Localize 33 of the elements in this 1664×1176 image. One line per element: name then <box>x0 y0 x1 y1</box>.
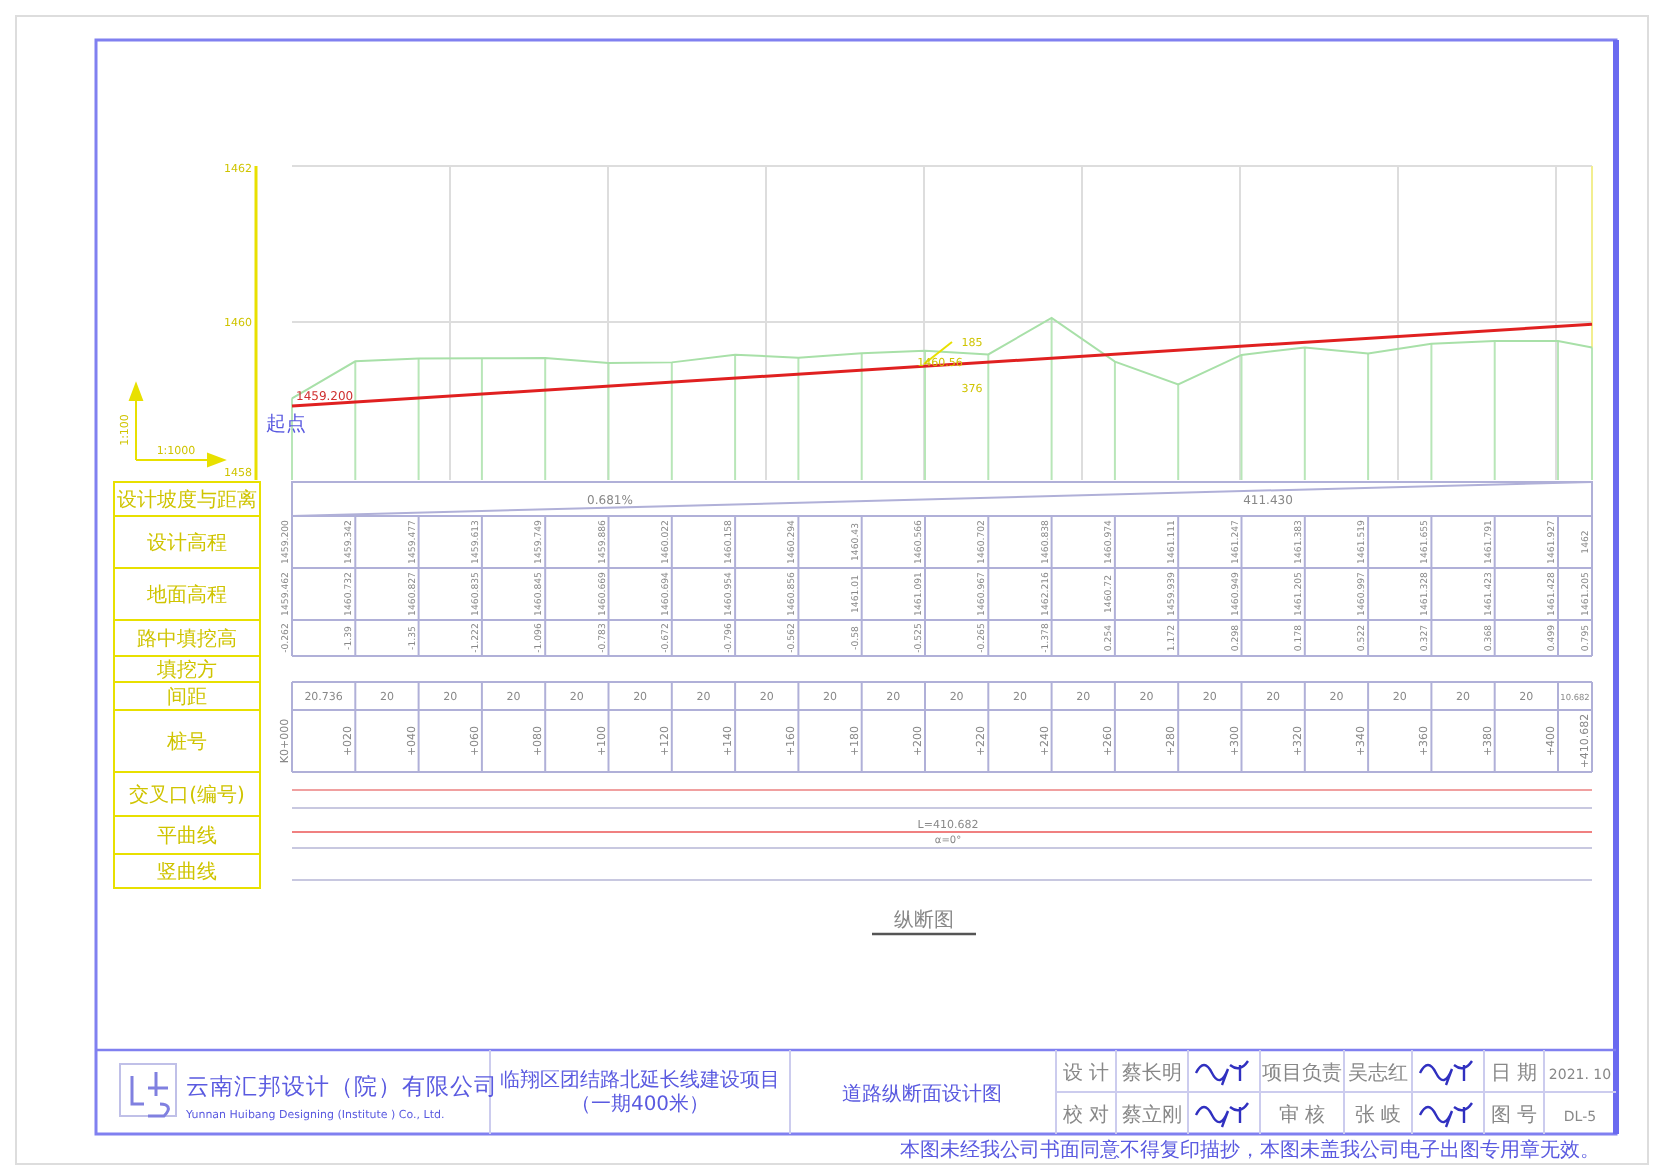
person-name: 蔡长明 <box>1122 1063 1182 1085</box>
company-name: 云南汇邦设计（院）有限公司 <box>186 1072 498 1100</box>
copyright-note: 本图未经我公司书面同意不得复印描抄，本图未盖我公司电子出图专用章无效。 <box>900 1140 1600 1162</box>
signature-drawing <box>1418 1101 1474 1129</box>
row-label: 填挖方 <box>157 660 217 682</box>
row-label: 平曲线 <box>157 826 217 848</box>
signature-drawing <box>1194 1059 1250 1087</box>
row-label: 交叉口(编号) <box>129 785 245 807</box>
drawing-title: 道路纵断面设计图 <box>842 1084 1002 1106</box>
signature-drawing <box>1194 1101 1250 1129</box>
person-name: 蔡立刚 <box>1122 1105 1182 1127</box>
field-label: 项目负责 <box>1262 1063 1342 1085</box>
row-label: 地面高程 <box>147 585 227 607</box>
person-name: 吴志红 <box>1348 1063 1408 1085</box>
row-label: 间距 <box>167 687 207 709</box>
row-label: 设计坡度与距离 <box>117 490 257 512</box>
row-label: 设计高程 <box>147 533 227 555</box>
row-label: 桩号 <box>167 732 207 754</box>
scale-arrows-icon <box>128 381 227 468</box>
row-label: 路中填挖高 <box>137 629 237 651</box>
person-name: 张 岐 <box>1354 1105 1402 1127</box>
drawing-caption: 纵断图 <box>894 910 954 932</box>
field-label: 日 期 <box>1490 1063 1538 1085</box>
field-label: 图 号 <box>1490 1105 1538 1127</box>
project-name: （一期400米） <box>570 1094 710 1116</box>
field-label: 设 计 <box>1062 1063 1110 1085</box>
row-label: 竖曲线 <box>157 862 217 884</box>
project-name: 临翔区团结路北延长线建设项目 <box>500 1070 780 1092</box>
field-label: 校 对 <box>1062 1105 1110 1127</box>
signature-drawing <box>1418 1059 1474 1087</box>
field-label: 审 核 <box>1278 1105 1326 1127</box>
start-point-label: 起点 <box>266 414 306 436</box>
company-logo-icon <box>119 1063 177 1118</box>
